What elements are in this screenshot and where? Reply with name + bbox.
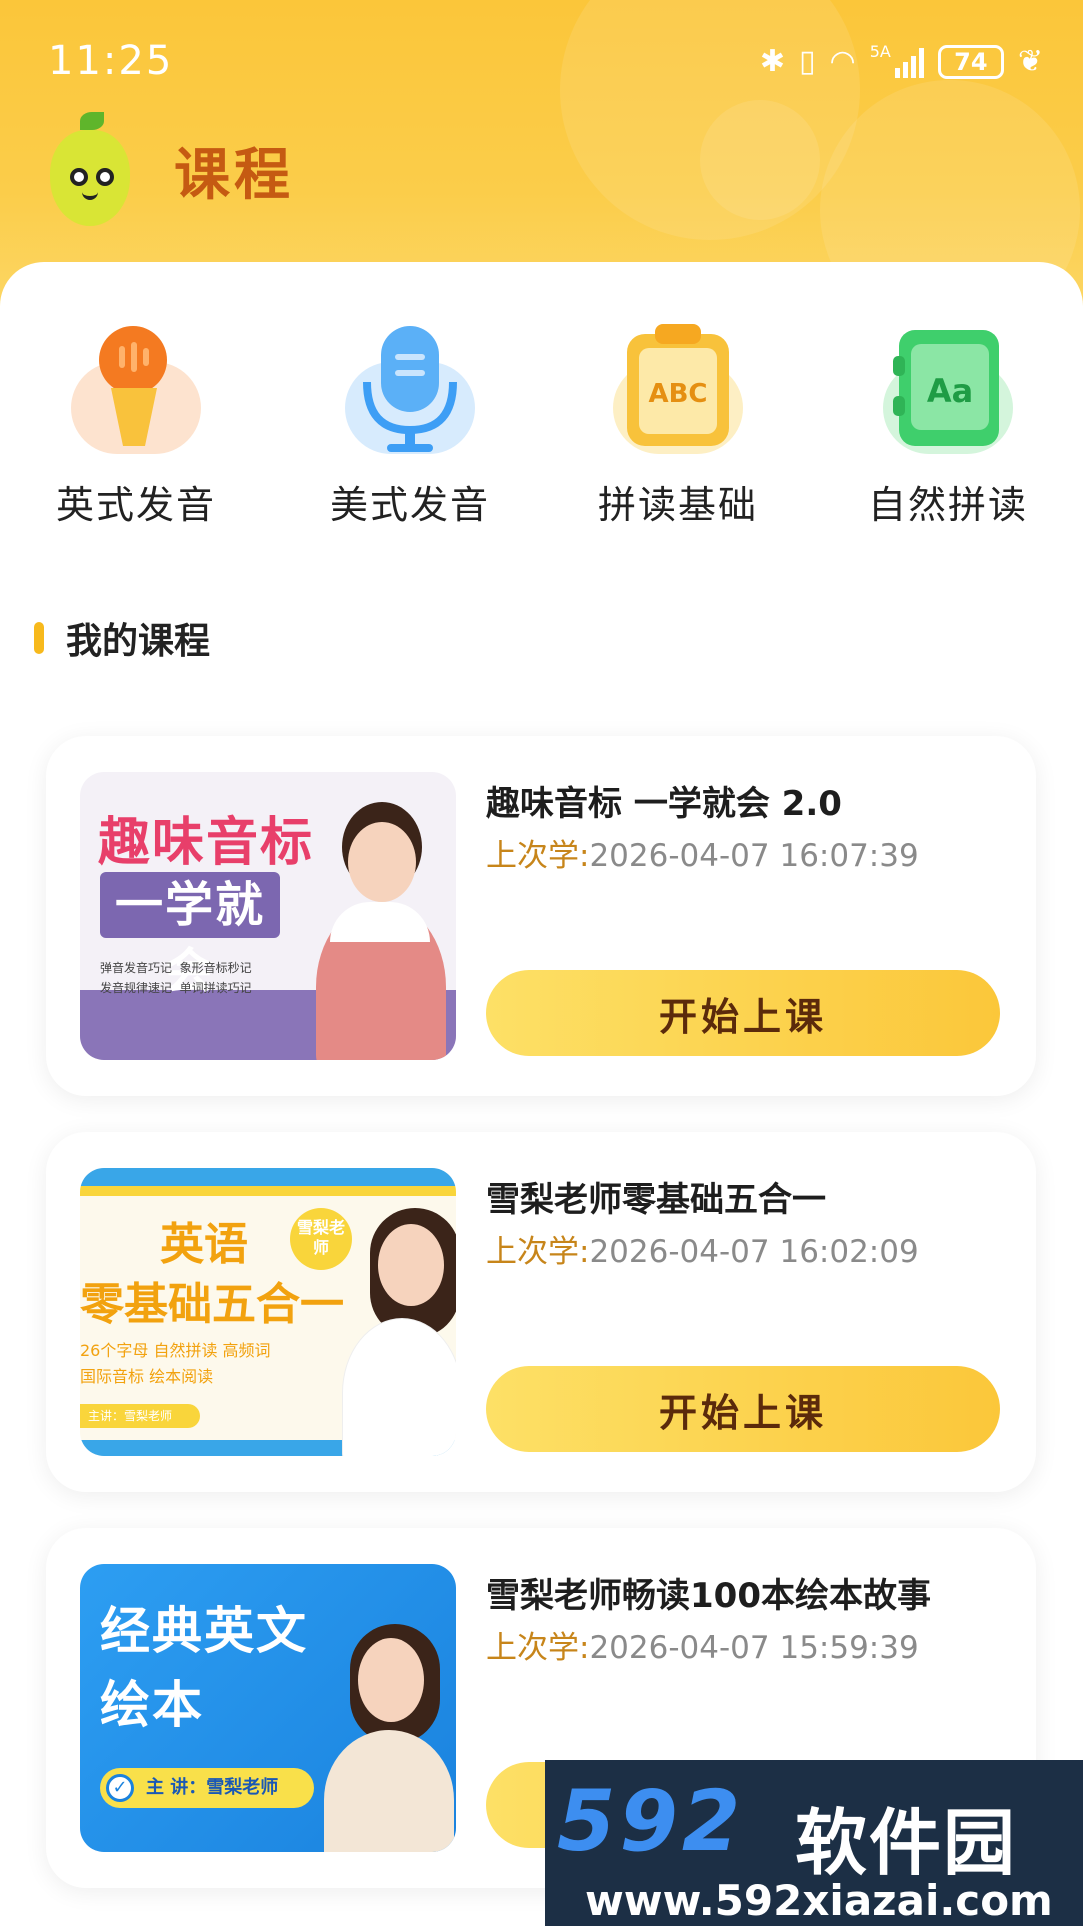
- category-label: 自然拼读: [867, 483, 1028, 527]
- leaf-icon: ❦: [1017, 44, 1043, 79]
- thumb-features: 26个字母 自然拼读 高频词 国际音标 绘本阅读: [80, 1341, 271, 1386]
- battery-level: 74: [954, 47, 988, 76]
- course-card[interactable]: 趣味音标 一学就会 弹音发音巧记 象形音标秒记 发音规律速记 单词拼读巧记 趣味…: [46, 736, 1036, 1096]
- category-grid: 英式发音 美式发音 ABC 拼读基础 Aa 自然拼读: [0, 322, 1083, 542]
- last-study-time: 上次学:2026-04-07 15:59:39: [486, 1630, 919, 1666]
- teacher-badge: 雪梨老师: [290, 1208, 352, 1270]
- thumb-subhead: 零基础五合一: [80, 1279, 344, 1330]
- category-natural-phonics[interactable]: Aa 自然拼读: [848, 322, 1048, 529]
- section-title: 我的课程: [66, 621, 211, 662]
- pear-mascot-icon: [40, 110, 140, 230]
- my-courses-heading: 我的课程: [34, 612, 210, 664]
- category-american-pronunciation[interactable]: 美式发音: [310, 322, 510, 529]
- course-thumbnail[interactable]: 趣味音标 一学就会 弹音发音巧记 象形音标秒记 发音规律速记 单词拼读巧记: [80, 772, 456, 1060]
- course-card[interactable]: 英语 雪梨老师 零基础五合一 26个字母 自然拼读 高频词 国际音标 绘本阅读 …: [46, 1132, 1036, 1492]
- section-accent-bar: [34, 622, 44, 654]
- content-sheet: 英式发音 美式发音 ABC 拼读基础 Aa 自然拼读 我的课程 趣味音标 一学就…: [0, 262, 1083, 1926]
- mic-icon: [99, 326, 167, 446]
- page-title: 课程: [174, 142, 294, 208]
- aa-book-icon: Aa: [893, 330, 999, 446]
- site-watermark: 592 软件园 www.592xiazai.com: [545, 1760, 1083, 1926]
- signal-icon: [894, 46, 924, 78]
- last-study-time: 上次学:2026-04-07 16:07:39: [486, 838, 919, 874]
- battery-icon: 74: [937, 44, 1004, 79]
- page-header: 课程: [40, 110, 294, 230]
- thumb-headline: 英语: [160, 1219, 248, 1270]
- course-name: 雪梨老师零基础五合一: [486, 1180, 826, 1220]
- wifi-icon: ◠: [829, 44, 856, 79]
- watermark-brand: 软件园: [795, 1801, 1018, 1885]
- category-label: 拼读基础: [597, 483, 758, 527]
- course-name: 趣味音标 一学就会 2.0: [486, 784, 842, 824]
- start-class-button[interactable]: 开始上课: [486, 970, 1000, 1056]
- start-class-button[interactable]: 开始上课: [486, 1366, 1000, 1452]
- network-type: 5A: [869, 42, 891, 61]
- last-study-time: 上次学:2026-04-07 16:02:09: [486, 1234, 919, 1270]
- thumb-subhead: 一学就会: [100, 872, 280, 999]
- course-thumbnail[interactable]: 经典英文 绘本 主 讲：雪梨老师 ✓: [80, 1564, 456, 1852]
- thumb-headline: 趣味音标: [98, 813, 315, 873]
- thumb-host: 主讲：雪梨老师: [80, 1404, 200, 1428]
- svg-text:Aa: Aa: [927, 372, 973, 410]
- course-name: 雪梨老师畅读100本绘本故事: [486, 1576, 931, 1616]
- bluetooth-icon: ✱: [759, 44, 786, 79]
- vibrate-icon: ▯: [799, 44, 816, 79]
- abc-board-icon: ABC: [627, 324, 729, 446]
- check-icon: ✓: [106, 1774, 134, 1802]
- watermark-number: 592: [557, 1772, 745, 1870]
- status-bar: 11:25 ✱ ▯ ◠ 5A 74 ❦: [0, 0, 1083, 120]
- category-label: 美式发音: [329, 483, 490, 527]
- category-phonics-basics[interactable]: ABC 拼读基础: [578, 322, 778, 529]
- microphone-icon: [363, 326, 457, 452]
- category-label: 英式发音: [55, 483, 216, 527]
- watermark-url: www.592xiazai.com: [585, 1876, 1053, 1925]
- thumb-headline: 经典英文 绘本: [100, 1602, 308, 1734]
- category-british-pronunciation[interactable]: 英式发音: [36, 322, 236, 529]
- thumb-bullets: 弹音发音巧记 象形音标秒记 发音规律速记 单词拼读巧记: [100, 961, 252, 995]
- status-time: 11:25: [48, 38, 174, 84]
- status-icons: ✱ ▯ ◠ 5A 74 ❦: [759, 42, 1043, 79]
- svg-text:ABC: ABC: [648, 379, 707, 409]
- course-thumbnail[interactable]: 英语 雪梨老师 零基础五合一 26个字母 自然拼读 高频词 国际音标 绘本阅读 …: [80, 1168, 456, 1456]
